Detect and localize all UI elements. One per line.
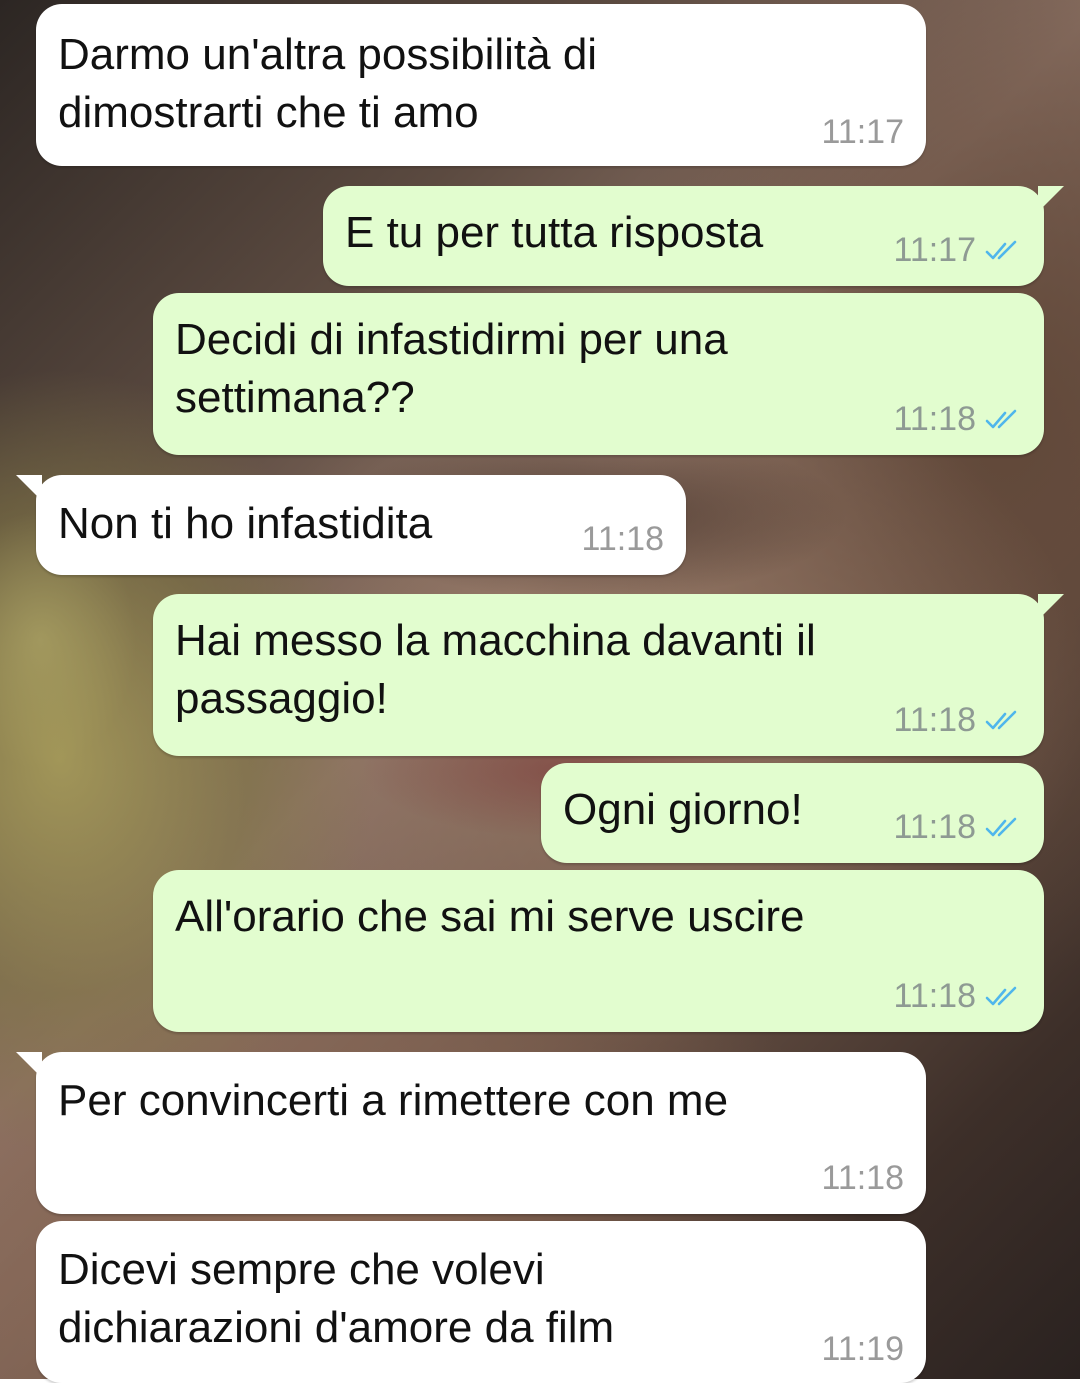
message-text: Decidi di infastidirmi per una settimana… — [175, 315, 728, 422]
message-time: 11:18 — [893, 808, 976, 846]
message-time: 11:18 — [581, 520, 664, 558]
message-time: 11:19 — [821, 1330, 904, 1368]
message-bubble-outgoing[interactable]: E tu per tutta risposta 11:17 — [323, 186, 1064, 286]
message-bubble-incoming[interactable]: Dicevi sempre che volevi dichiarazioni d… — [36, 1221, 926, 1383]
message-meta: 11:18 — [893, 808, 1022, 847]
double-check-icon — [985, 710, 1017, 729]
message-text: Hai messo la macchina davanti il passagg… — [175, 616, 816, 723]
message-meta: 11:18 — [893, 701, 1022, 740]
message-text: Ogni giorno! — [563, 785, 803, 834]
message-text: Darmo un'altra possibilità di dimostrart… — [58, 30, 598, 137]
double-check-icon — [985, 240, 1017, 259]
message-time: 11:18 — [893, 701, 976, 739]
bubble-tail — [16, 1052, 42, 1078]
message-meta: 11:17 — [821, 113, 904, 152]
message-text: All'orario che sai mi serve uscire — [175, 892, 805, 941]
message-bubble-outgoing[interactable]: Ogni giorno! 11:18 — [541, 763, 1044, 863]
message-text: E tu per tutta risposta — [345, 208, 764, 257]
message-bubble-incoming[interactable]: Darmo un'altra possibilità di dimostrart… — [36, 4, 926, 166]
message-meta: 11:18 — [893, 977, 1022, 1016]
message-time: 11:17 — [821, 113, 904, 151]
double-check-icon — [985, 409, 1017, 428]
message-meta: 11:18 — [821, 1159, 904, 1198]
message-time: 11:18 — [893, 977, 976, 1015]
bubble-tail — [1038, 186, 1064, 212]
message-text: Per convincerti a rimettere con me — [58, 1076, 729, 1125]
message-meta: 11:18 — [581, 520, 664, 559]
message-meta: 11:18 — [893, 400, 1022, 439]
double-check-icon — [985, 817, 1017, 836]
message-bubble-incoming[interactable]: Non ti ho infastidita 11:18 — [16, 475, 686, 575]
message-bubble-outgoing[interactable]: All'orario che sai mi serve uscire 11:18 — [153, 870, 1044, 1032]
message-bubble-outgoing[interactable]: Hai messo la macchina davanti il passagg… — [153, 594, 1064, 756]
bubble-tail — [16, 475, 42, 501]
bubble-tail — [1038, 594, 1064, 620]
message-meta: 11:19 — [821, 1330, 904, 1369]
message-text: Non ti ho infastidita — [58, 499, 433, 548]
message-text: Dicevi sempre che volevi dichiarazioni d… — [58, 1245, 615, 1352]
message-bubble-outgoing[interactable]: Decidi di infastidirmi per una settimana… — [153, 293, 1044, 455]
message-meta: 11:17 — [893, 231, 1022, 270]
message-bubble-incoming[interactable]: Per convincerti a rimettere con me 11:18 — [16, 1052, 926, 1214]
message-time: 11:18 — [821, 1159, 904, 1197]
double-check-icon — [985, 986, 1017, 1005]
message-time: 11:17 — [893, 231, 976, 269]
message-time: 11:18 — [893, 400, 976, 438]
